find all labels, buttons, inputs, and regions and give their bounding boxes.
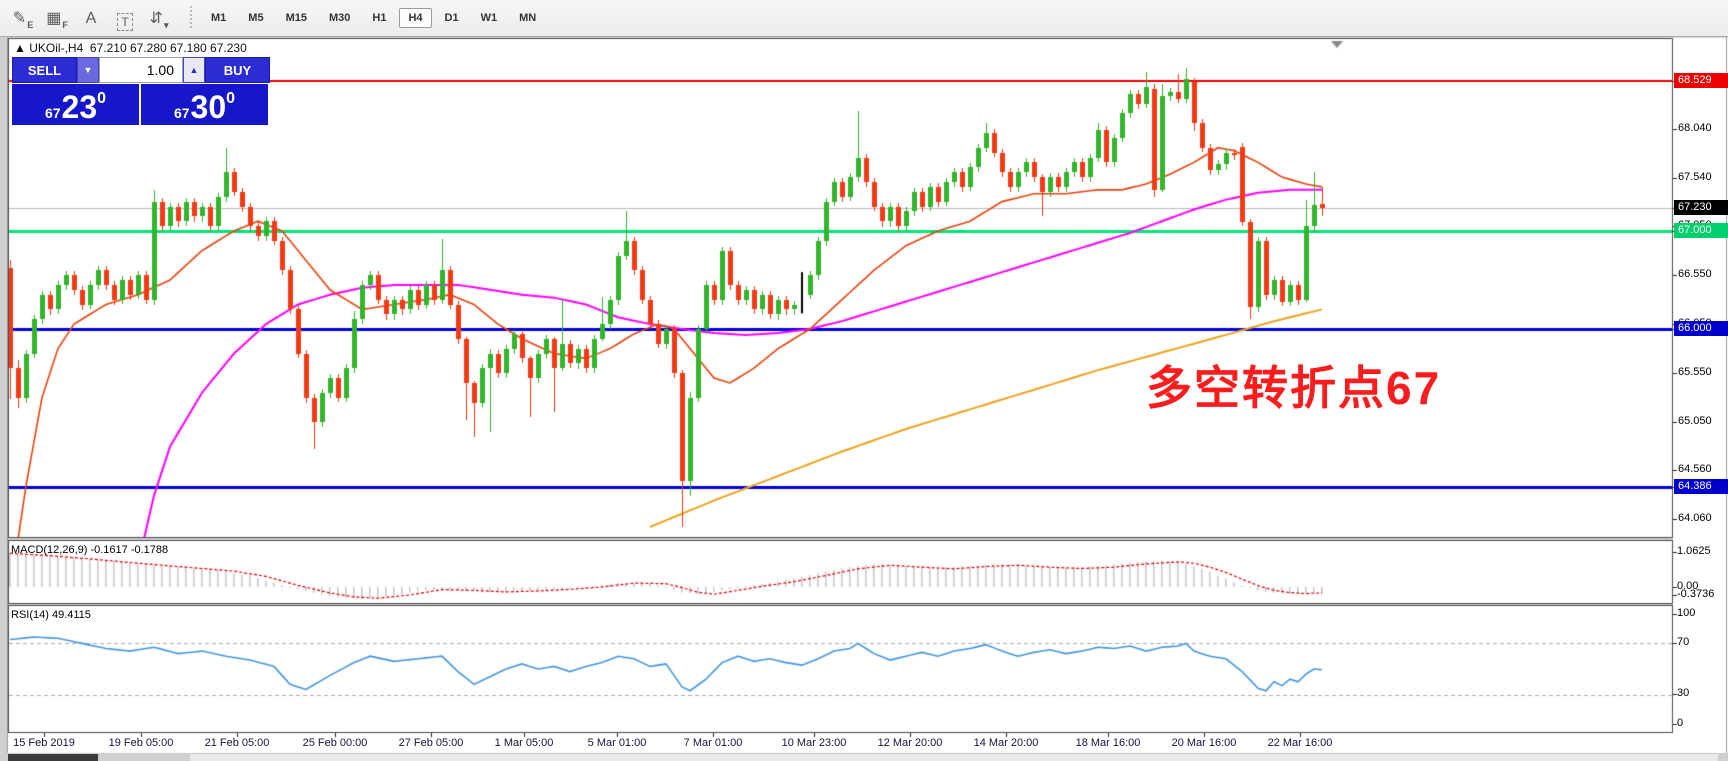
price-tick-label: 68.040 xyxy=(1678,122,1712,134)
time-tick-label: 20 Mar 16:00 xyxy=(1156,737,1252,749)
timeframe-button-h4[interactable]: H4 xyxy=(399,8,431,28)
time-tick-label: 1 Mar 05:00 xyxy=(476,737,572,749)
chart-symbol-header: ▲ UKOil-,H4 67.210 67.280 67.180 67.230 xyxy=(14,41,247,55)
arrows-tool-icon[interactable]: ⇵▾ xyxy=(145,4,173,32)
volume-decrease-button[interactable]: ▼ xyxy=(77,57,99,83)
buy-price-display[interactable]: 67 30 0 xyxy=(141,84,268,125)
price-tick-label: 64.560 xyxy=(1678,463,1712,475)
chart-annotation-text: 多空转折点67 xyxy=(1146,352,1441,418)
time-tick-label: 12 Mar 20:00 xyxy=(862,737,958,749)
macd-indicator-label: MACD(12,26,9) -0.1617 -0.1788 xyxy=(11,544,168,556)
time-tick-label: 7 Mar 01:00 xyxy=(665,737,761,749)
toolbar-separator xyxy=(190,6,192,30)
buy-price-main: 30 xyxy=(191,91,227,123)
rsi-indicator-label: RSI(14) 49.4115 xyxy=(11,609,91,621)
indicator-tick-label: 30 xyxy=(1677,687,1689,699)
ohlc-values: 67.210 67.280 67.180 67.230 xyxy=(90,41,247,55)
collapse-triangle-icon[interactable]: ▲ xyxy=(14,41,26,55)
time-tick-label: 14 Mar 20:00 xyxy=(958,737,1054,749)
grid-fibo-icon[interactable]: ▦F xyxy=(43,4,71,32)
volume-increase-button[interactable]: ▲ xyxy=(183,57,205,83)
time-tick-label: 27 Feb 05:00 xyxy=(383,737,479,749)
timeframe-button-m1[interactable]: M1 xyxy=(202,8,235,28)
buy-button[interactable]: BUY xyxy=(205,57,270,83)
timeframe-button-h1[interactable]: H1 xyxy=(363,8,395,28)
chart-tab-segment[interactable] xyxy=(8,754,98,761)
buy-price-sup: 0 xyxy=(226,84,235,114)
sell-price-main: 23 xyxy=(62,91,98,123)
chart-tab-segment[interactable] xyxy=(190,754,1718,761)
chart-tab-segment[interactable] xyxy=(100,754,188,761)
time-tick-label: 19 Feb 05:00 xyxy=(93,737,189,749)
time-tick-label: 22 Mar 16:00 xyxy=(1252,737,1348,749)
time-tick-label: 15 Feb 2019 xyxy=(0,737,92,749)
price-tick-label: 65.050 xyxy=(1678,415,1712,427)
indicator-tick-label: -0.3736 xyxy=(1677,588,1714,600)
bottom-tab-strip[interactable] xyxy=(0,753,1728,761)
timeframe-buttons-group: M1M5M15M30H1H4D1W1MN xyxy=(200,8,547,28)
one-click-trading-panel: SELL ▼ 1.00 ▲ BUY 67 23 0 67 30 0 xyxy=(12,57,270,125)
price-level-badge: 68.529 xyxy=(1674,73,1728,88)
volume-input[interactable]: 1.00 xyxy=(99,57,183,83)
time-tick-label: 5 Mar 01:00 xyxy=(569,737,665,749)
price-level-badge: 67.230 xyxy=(1674,200,1728,215)
sell-price-sup: 0 xyxy=(97,84,106,114)
price-level-badge: 64.386 xyxy=(1674,479,1728,494)
sell-price-display[interactable]: 67 23 0 xyxy=(12,84,139,125)
sell-price-prefix: 67 xyxy=(45,103,61,123)
chart-window: ✎E▦FAT⇵▾ M1M5M15M30H1H4D1W1MN ▲ UKOil-,H… xyxy=(0,0,1728,761)
time-tick-label: 18 Mar 16:00 xyxy=(1060,737,1156,749)
time-tick-label: 21 Feb 05:00 xyxy=(189,737,285,749)
edit-objects-icon[interactable]: ✎E xyxy=(9,4,37,32)
time-tick-label: 10 Mar 23:00 xyxy=(766,737,862,749)
price-tick-label: 66.550 xyxy=(1678,268,1712,280)
symbol-timeframe-label: UKOil-,H4 xyxy=(29,41,83,55)
price-level-badge: 67.000 xyxy=(1674,223,1728,238)
top-toolbar: ✎E▦FAT⇵▾ M1M5M15M30H1H4D1W1MN xyxy=(0,0,1728,37)
text-label-icon[interactable]: A xyxy=(77,4,105,32)
timeframe-button-d1[interactable]: D1 xyxy=(436,8,468,28)
sell-button[interactable]: SELL xyxy=(12,57,77,83)
time-tick-label: 25 Feb 00:00 xyxy=(287,737,383,749)
price-tick-label: 64.060 xyxy=(1678,512,1712,524)
indicator-tick-label: 0 xyxy=(1677,717,1683,729)
timeframe-button-m5[interactable]: M5 xyxy=(239,8,272,28)
drawing-tools-group: ✎E▦FAT⇵▾ xyxy=(6,4,176,32)
buy-price-prefix: 67 xyxy=(174,103,190,123)
text-box-icon[interactable]: T xyxy=(111,4,139,32)
indicator-tick-label: 70 xyxy=(1677,636,1689,648)
timeframe-button-m15[interactable]: M15 xyxy=(277,8,316,28)
indicator-tick-label: 100 xyxy=(1677,607,1695,619)
indicator-tick-label: 1.0625 xyxy=(1677,545,1711,557)
timeframe-button-w1[interactable]: W1 xyxy=(472,8,507,28)
price-tick-label: 65.550 xyxy=(1678,366,1712,378)
timeframe-button-m30[interactable]: M30 xyxy=(320,8,359,28)
price-tick-label: 67.540 xyxy=(1678,171,1712,183)
timeframe-button-mn[interactable]: MN xyxy=(510,8,545,28)
price-level-badge: 66.000 xyxy=(1674,321,1728,336)
